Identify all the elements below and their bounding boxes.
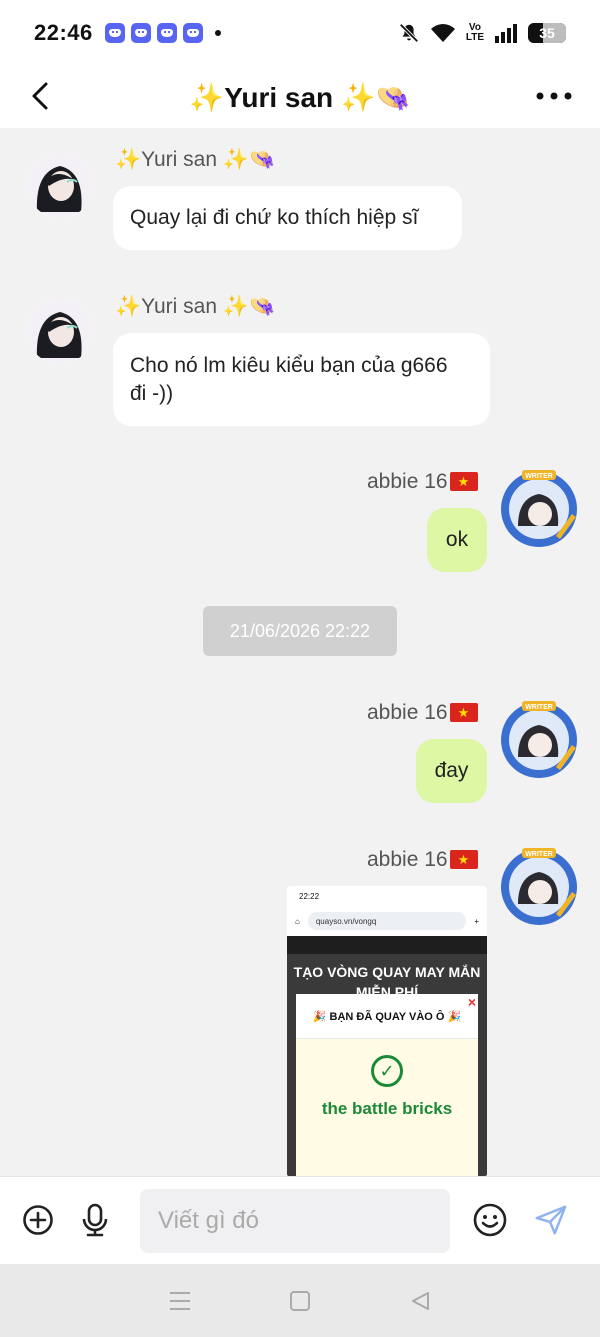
send-button[interactable] bbox=[534, 1203, 568, 1237]
more-horizontal-icon bbox=[536, 92, 572, 100]
more-options-button[interactable] bbox=[534, 78, 574, 114]
discord-notification-icon bbox=[130, 23, 151, 43]
discord-notification-icon bbox=[156, 23, 177, 43]
smiley-icon bbox=[473, 1203, 507, 1237]
vietnam-flag-icon bbox=[449, 703, 478, 722]
status-time: 22:46 bbox=[34, 20, 93, 45]
prize-text: the battle bricks bbox=[321, 1099, 453, 1118]
more-notifications-dot bbox=[214, 30, 221, 36]
menu-icon bbox=[170, 1291, 190, 1310]
incoming-message-bubble[interactable]: Cho nó lm kiêu kiểu bạn của g666 đi -)) bbox=[113, 333, 490, 426]
chevron-left-icon bbox=[32, 82, 48, 110]
message-composer bbox=[0, 1176, 600, 1264]
plus-icon: + bbox=[474, 916, 479, 926]
discord-notification-icon bbox=[104, 23, 125, 43]
back-button[interactable] bbox=[22, 78, 58, 114]
home-button[interactable] bbox=[280, 1281, 320, 1321]
svg-text:WRITER: WRITER bbox=[525, 851, 553, 858]
mute-icon bbox=[399, 23, 419, 43]
microphone-icon bbox=[82, 1203, 108, 1237]
status-icons: Vo LTE 35 bbox=[398, 22, 566, 44]
attachment-status-bar: 22:22 bbox=[287, 886, 487, 906]
wifi-icon bbox=[430, 24, 455, 42]
message-list[interactable]: ✨Yuri san ✨👒 Quay lại đi chứ ko thích hi… bbox=[0, 128, 600, 1176]
message-sender: abbie 16 bbox=[367, 470, 478, 494]
message-sender: abbie 16 bbox=[367, 701, 478, 725]
prize-modal-title: 🎉 BẠN ĐÃ QUAY VÀO Ô 🎉 bbox=[296, 994, 478, 1039]
attachment-url-bar: ⌂ quayso.vn/vongq + bbox=[287, 906, 487, 936]
emoji-button[interactable] bbox=[473, 1203, 507, 1237]
svg-text:WRITER: WRITER bbox=[525, 704, 553, 711]
prize-modal: × 🎉 BẠN ĐÃ QUAY VÀO Ô 🎉 ✓ the battle bri… bbox=[296, 994, 478, 1176]
add-button[interactable] bbox=[21, 1203, 55, 1237]
system-navigation-bar bbox=[0, 1264, 600, 1337]
triangle-back-icon bbox=[412, 1291, 429, 1310]
outgoing-message-bubble[interactable]: ok bbox=[427, 508, 487, 572]
message-input[interactable] bbox=[140, 1189, 450, 1253]
message-sender: ✨Yuri san ✨👒 bbox=[115, 295, 276, 318]
user-avatar[interactable]: WRITER bbox=[496, 466, 582, 552]
signal-icon bbox=[495, 24, 517, 43]
square-icon bbox=[290, 1290, 310, 1311]
incoming-message-bubble[interactable]: Quay lại đi chứ ko thích hiệp sĩ bbox=[113, 186, 462, 250]
status-bar: 22:46 Vo LTE 35 bbox=[0, 0, 600, 66]
svg-text:WRITER: WRITER bbox=[525, 473, 553, 480]
send-icon bbox=[535, 1205, 567, 1235]
back-nav-button[interactable] bbox=[400, 1281, 440, 1321]
outgoing-message-bubble[interactable]: đay bbox=[416, 739, 487, 803]
discord-notification-icon bbox=[182, 23, 203, 43]
chat-header: ✨Yuri san ✨👒 bbox=[0, 66, 600, 128]
vietnam-flag-icon bbox=[449, 850, 478, 869]
message-sender: ✨Yuri san ✨👒 bbox=[115, 148, 276, 171]
attachment-url: quayso.vn/vongq bbox=[307, 912, 467, 930]
attachment-site-nav bbox=[287, 936, 487, 954]
user-avatar[interactable]: WRITER bbox=[496, 844, 582, 930]
image-attachment[interactable]: 22:22 ⌂ quayso.vn/vongq + TẠO VÒNG QUAY … bbox=[287, 886, 487, 1176]
user-avatar[interactable]: WRITER bbox=[496, 697, 582, 783]
volte-icon: Vo LTE bbox=[465, 22, 484, 43]
contact-avatar[interactable] bbox=[27, 298, 93, 364]
recent-apps-button[interactable] bbox=[160, 1281, 200, 1321]
home-icon: ⌂ bbox=[295, 916, 300, 926]
vietnam-flag-icon bbox=[449, 472, 478, 491]
battery-level: 35 bbox=[539, 25, 555, 41]
contact-avatar[interactable] bbox=[27, 152, 93, 218]
check-icon: ✓ bbox=[371, 1055, 403, 1087]
plus-circle-icon bbox=[23, 1205, 53, 1235]
chat-title: ✨Yuri san ✨👒 bbox=[189, 81, 411, 113]
close-icon: × bbox=[467, 994, 476, 1010]
date-separator: 21/06/2026 22:22 bbox=[203, 606, 397, 656]
message-sender: abbie 16 bbox=[367, 848, 478, 872]
battery-icon: 35 bbox=[528, 23, 566, 43]
voice-button[interactable] bbox=[78, 1203, 112, 1237]
